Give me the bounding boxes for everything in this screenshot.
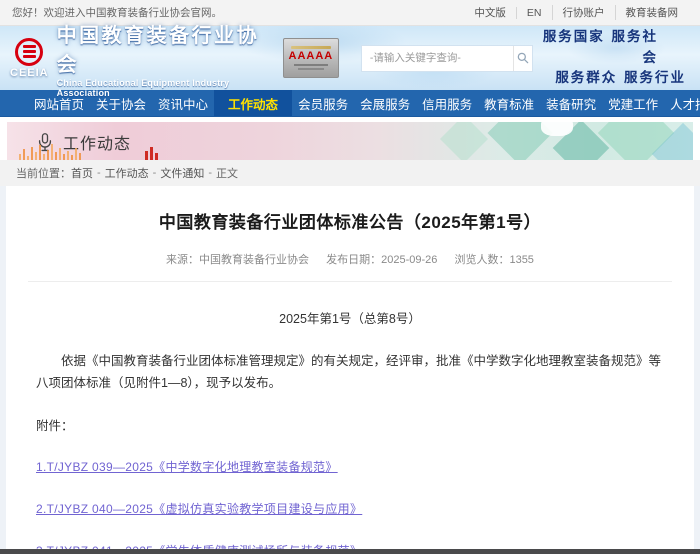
org-name-cn: 中国教育装备行业协会 xyxy=(57,19,277,77)
badge-rating-text: AAAAA xyxy=(289,51,334,62)
views-value: 1355 xyxy=(509,254,533,266)
issue-number-line: 2025年第1号（总第8号） xyxy=(6,308,694,327)
publish-date-label: 发布日期： xyxy=(326,254,381,266)
org-names: 中国教育装备行业协会 China Educational Equipment I… xyxy=(57,19,277,98)
attachment-link-1[interactable]: 1.T/JYBZ 039—2025《中学数字化地理教室装备规范》 xyxy=(36,460,338,474)
article-title: 中国教育装备行业团体标准公告（2025年第1号） xyxy=(6,208,694,233)
equipment-site-link[interactable]: 教育装备网 xyxy=(615,5,689,20)
breadcrumb-separator: - xyxy=(153,167,157,179)
banner-wrap: 工作动态 xyxy=(0,117,700,160)
views-label: 浏览人数： xyxy=(454,254,509,266)
nav-item-party-building[interactable]: 党建工作 xyxy=(602,90,664,116)
banner-equalizer-bars xyxy=(19,144,81,160)
attachment-item: 3.T/JYBZ 041—2025《学生体质健康测试场所与装备规范》 xyxy=(36,542,664,549)
banner-red-bars xyxy=(145,147,158,160)
search-icon xyxy=(516,51,530,65)
slogan-line-2: 服务群众 服务行业 xyxy=(533,68,686,89)
association-account-link[interactable]: 行协账户 xyxy=(552,5,615,20)
breadcrumb: 当前位置： 首页 - 工作动态 - 文件通知 - 正文 xyxy=(0,160,700,186)
article-divider xyxy=(28,281,672,282)
banner-deco-diamond xyxy=(440,122,488,160)
service-slogan: 服务国家 服务社会 服务群众 服务行业 xyxy=(533,27,690,90)
breadcrumb-home[interactable]: 首页 xyxy=(71,165,93,181)
article-meta: 来源：中国教育装备行业协会 发布日期：2025-09-26 浏览人数：1355 xyxy=(6,251,694,267)
search-button[interactable] xyxy=(513,46,532,71)
breadcrumb-current: 正文 xyxy=(216,165,238,181)
nav-item-equipment-research[interactable]: 装备研究 xyxy=(540,90,602,116)
badge-fine-line xyxy=(294,64,328,66)
badge-gold-line xyxy=(291,46,331,49)
breadcrumb-separator: - xyxy=(97,167,101,179)
site-logo[interactable]: CEEIA xyxy=(10,38,49,79)
breadcrumb-label: 当前位置： xyxy=(16,165,71,181)
lang-chinese-link[interactable]: 中文版 xyxy=(464,5,516,20)
nav-item-credit-services[interactable]: 信用服务 xyxy=(416,90,478,116)
site-header: CEEIA 中国教育装备行业协会 China Educational Equip… xyxy=(0,26,700,90)
article-body-paragraph: 依据《中国教育装备行业团体标准管理规定》的有关规定，经评审，批准《中学数字化地理… xyxy=(36,351,664,395)
nav-item-education-standards[interactable]: 教育标准 xyxy=(478,90,540,116)
lang-english-link[interactable]: EN xyxy=(516,7,552,19)
banner-deco-cloud xyxy=(541,122,573,136)
ceeia-ring-icon xyxy=(15,38,43,66)
attachments-list: 1.T/JYBZ 039—2025《中学数字化地理教室装备规范》 2.T/JYB… xyxy=(36,458,664,549)
badge-fine-line-2 xyxy=(298,68,324,70)
breadcrumb-separator: - xyxy=(208,167,212,179)
nav-item-recruitment[interactable]: 人才招聘 xyxy=(664,90,700,116)
logo-acronym: CEEIA xyxy=(10,67,49,79)
publish-date-value: 2025-09-26 xyxy=(381,254,437,266)
attachment-link-2[interactable]: 2.T/JYBZ 040—2025《虚拟仿真实验教学项目建设与应用》 xyxy=(36,502,362,516)
nav-item-exhibition-services[interactable]: 会展服务 xyxy=(354,90,416,116)
source-value: 中国教育装备行业协会 xyxy=(199,254,309,266)
nav-item-member-services[interactable]: 会员服务 xyxy=(292,90,354,116)
attachments-label: 附件： xyxy=(36,415,664,434)
attachment-item: 2.T/JYBZ 040—2025《虚拟仿真实验教学项目建设与应用》 xyxy=(36,500,664,518)
site-search xyxy=(361,45,533,72)
aaaaa-rating-badge: AAAAA xyxy=(283,38,339,78)
source-label: 来源： xyxy=(166,254,199,266)
footer-strip xyxy=(0,549,700,554)
topbar-links: 中文版 EN 行协账户 教育装备网 xyxy=(464,5,688,20)
breadcrumb-work-news[interactable]: 工作动态 xyxy=(105,165,149,181)
breadcrumb-file-notice[interactable]: 文件通知 xyxy=(160,165,204,181)
attachment-link-3[interactable]: 3.T/JYBZ 041—2025《学生体质健康测试场所与装备规范》 xyxy=(36,544,362,549)
section-banner: 工作动态 xyxy=(7,122,693,160)
slogan-line-1: 服务国家 服务社会 xyxy=(533,27,686,69)
org-name-en: China Educational Equipment Industry Ass… xyxy=(57,78,277,98)
attachment-item: 1.T/JYBZ 039—2025《中学数字化地理教室装备规范》 xyxy=(36,458,664,476)
search-input[interactable] xyxy=(362,46,513,71)
article-content: 中国教育装备行业团体标准公告（2025年第1号） 来源：中国教育装备行业协会 发… xyxy=(0,186,700,549)
